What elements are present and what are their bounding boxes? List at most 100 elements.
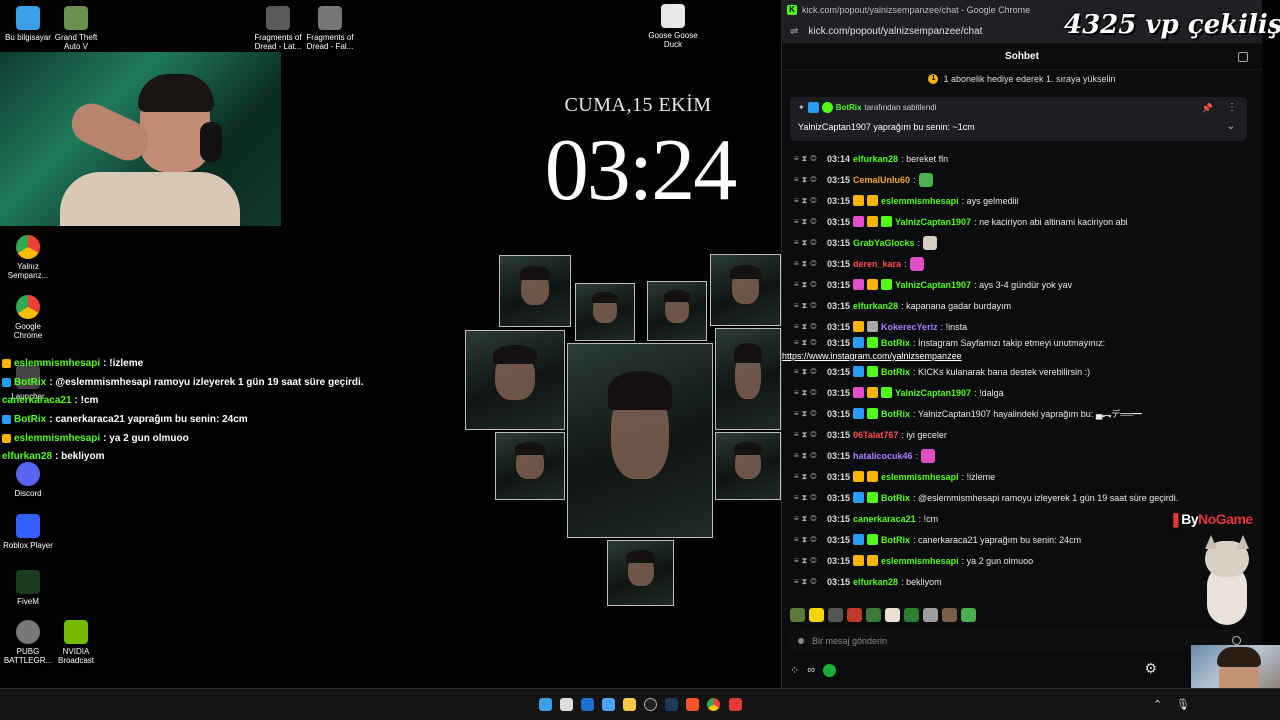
message-tools-icon[interactable]: ≡⧗◎ (794, 577, 824, 587)
emote-icon[interactable] (904, 608, 919, 622)
desktop-icon-gta[interactable]: Grand Theft Auto V (48, 6, 104, 51)
task-view-icon[interactable] (560, 698, 573, 711)
chat-message[interactable]: ≡⧗◎ 03:15 eslemmismhesapi: !izleme (794, 466, 1244, 487)
chat-message[interactable]: ≡⧗◎ 03:15 BotRix: canerkaraca21 yaprağım b… (794, 529, 1244, 550)
gear-icon[interactable]: ⚙ (1144, 660, 1157, 677)
message-username[interactable]: YalnizCaptan1907 (895, 388, 971, 398)
message-tools-icon[interactable]: ≡⧗◎ (794, 259, 824, 269)
message-username[interactable]: KokerecYeriz (881, 322, 938, 332)
chat-message[interactable]: ≡⧗◎ 03:15 hatalicocuk46: (794, 445, 1244, 466)
message-username[interactable]: elfurkan28 (853, 301, 898, 311)
message-username[interactable]: eslemmismhesapi (881, 556, 959, 566)
emote-icon[interactable] (790, 608, 805, 622)
desktop-icon-discord[interactable]: Discord (0, 462, 56, 498)
message-username[interactable]: BotRix (881, 535, 910, 545)
obs-icon[interactable] (644, 698, 657, 711)
message-tools-icon[interactable]: ≡⧗◎ (794, 154, 824, 164)
message-tools-icon[interactable]: ≡⧗◎ (794, 493, 824, 503)
desktop-icon-fivem[interactable]: FiveM (0, 570, 56, 606)
message-tools-icon[interactable]: ≡⧗◎ (794, 338, 824, 348)
infinity-icon[interactable]: ∞ (807, 664, 815, 676)
file-explorer-icon[interactable] (623, 698, 636, 711)
message-tools-icon[interactable]: ≡⧗◎ (794, 175, 824, 185)
emote-icon[interactable] (866, 608, 881, 622)
message-tools-icon[interactable]: ≡⧗◎ (794, 367, 824, 377)
chat-message[interactable]: ≡⧗◎ 03:15 YalnizCaptan1907: ne kaciriyon a… (794, 211, 1244, 232)
message-username[interactable]: BotRix (881, 493, 910, 503)
user-settings-icon[interactable] (1238, 52, 1248, 62)
message-tools-icon[interactable]: ≡⧗◎ (794, 388, 824, 398)
desktop-icon-google-chrome[interactable]: Google Chrome (0, 295, 56, 340)
chat-message[interactable]: ≡⧗◎ 03:15 06Talat767: iyi geceler (794, 424, 1244, 445)
message-tools-icon[interactable]: ≡⧗◎ (794, 196, 824, 206)
chat-message[interactable]: ≡⧗◎ 03:15 CemalUnlu60: (794, 169, 1244, 190)
chat-message[interactable]: ≡⧗◎ 03:15 GrabYaGlocks: (794, 232, 1244, 253)
emote-icon[interactable] (847, 608, 862, 622)
emote-icon[interactable] (961, 608, 976, 622)
message-username[interactable]: CemalUnlu60 (853, 175, 910, 185)
start-icon[interactable] (539, 698, 552, 711)
message-username[interactable]: deren_kara (853, 259, 901, 269)
chrome-icon[interactable] (707, 698, 720, 711)
emote-icon[interactable] (809, 608, 824, 622)
emoji-icon[interactable] (1232, 636, 1241, 645)
desktop-icon-roblox[interactable]: Roblox Player (0, 514, 56, 550)
message-tools-icon[interactable]: ≡⧗◎ (794, 535, 824, 545)
message-username[interactable]: 06Talat767 (853, 430, 898, 440)
message-tools-icon[interactable]: ≡⧗◎ (794, 322, 824, 332)
message-input[interactable]: Bir mesaj gönderin (790, 630, 1247, 652)
message-username[interactable]: BotRix (881, 409, 910, 419)
brave-icon[interactable] (686, 698, 699, 711)
chat-message[interactable]: ≡⧗◎ 03:15 YalnizCaptan1907: !dalga (794, 382, 1244, 403)
snipping-icon[interactable] (581, 698, 594, 711)
emote-icon[interactable] (923, 608, 938, 622)
message-tools-icon[interactable]: ≡⧗◎ (794, 451, 824, 461)
chat-message[interactable]: ≡⧗◎ 03:15 KokerecYeriz: !insta (794, 316, 1244, 337)
pinned-message[interactable]: ✦ BotRix tarafından sabitlendi YalnizCap… (790, 97, 1247, 141)
message-link[interactable]: https://www.instagram.com/yalnizsempanze… (782, 351, 1232, 361)
message-tools-icon[interactable]: ≡⧗◎ (794, 472, 824, 482)
chat-message[interactable]: ≡⧗◎ 03:15 elfurkan28: bekliyom (794, 571, 1244, 592)
message-username[interactable]: elfurkan28 (853, 577, 898, 587)
message-tools-icon[interactable]: ≡⧗◎ (794, 430, 824, 440)
desktop-icon-goose-goose-duck[interactable]: Goose Goose Duck (645, 4, 701, 49)
message-username[interactable]: GrabYaGlocks (853, 238, 915, 248)
message-tools-icon[interactable]: ≡⧗◎ (794, 301, 824, 311)
emote-icon[interactable] (885, 608, 900, 622)
share-icon[interactable]: ⁘ (790, 664, 799, 677)
chat-message[interactable]: ≡⧗◎ 03:15 BotRix: @eslemmismhesapi ramoyu … (794, 487, 1244, 508)
chat-message[interactable]: ≡⧗◎ 03:15 deren_kara: (794, 253, 1244, 274)
unpin-icon[interactable]: 📌 (1202, 103, 1213, 114)
message-username[interactable]: YalnizCaptan1907 (895, 280, 971, 290)
chat-message[interactable]: ≡⧗◎ 03:14 elfurkan28: bereket fln (794, 148, 1244, 169)
microphone-icon[interactable]: 🎙 (1176, 698, 1190, 711)
message-tools-icon[interactable]: ≡⧗◎ (794, 217, 824, 227)
message-tools-icon[interactable]: ≡⧗◎ (794, 238, 824, 248)
kick-k-icon[interactable] (823, 663, 837, 677)
message-username[interactable]: YalnizCaptan1907 (895, 217, 971, 227)
desktop-icon-nvidia-broadcast[interactable]: NVIDIA Broadcast (48, 620, 104, 665)
chat-message[interactable]: ≡⧗◎ 03:15 BotRix: KICKs kulanarak bana des… (794, 361, 1244, 382)
message-username[interactable]: hatalicocuk46 (853, 451, 913, 461)
chat-message[interactable]: ≡⧗◎ 03:15 BotRix: İnstagram Sayfamızı taki… (782, 337, 1244, 361)
emote-icon[interactable] (942, 608, 957, 622)
chat-message[interactable]: ≡⧗◎ 03:15 eslemmismhesapi: ays gelmediii (794, 190, 1244, 211)
desktop-icon-yalniz-sempanze[interactable]: Yalnız Sempanz... (0, 235, 56, 280)
gift-banner[interactable]: 1 1 abonelik hediye ederek 1. sıraya yük… (782, 70, 1262, 88)
emote-icon[interactable] (828, 608, 843, 622)
chat-message[interactable]: ≡⧗◎ 03:15 YalnizCaptan1907: ays 3-4 gündür… (794, 274, 1244, 295)
message-username[interactable]: elfurkan28 (853, 154, 898, 164)
steam-icon[interactable] (665, 698, 678, 711)
message-username[interactable]: canerkaraca21 (853, 514, 916, 524)
message-tools-icon[interactable]: ≡⧗◎ (794, 280, 824, 290)
app-icon[interactable] (729, 698, 742, 711)
desktop-icon-fragments-fal[interactable]: Fragments of Dread - Fal... (302, 6, 358, 51)
message-tools-icon[interactable]: ≡⧗◎ (794, 514, 824, 524)
chat-message[interactable]: ≡⧗◎ 03:15 elfurkan28: kapanana gadar burda… (794, 295, 1244, 316)
site-info-icon[interactable]: ⇌ (790, 26, 798, 37)
chevron-up-icon[interactable]: ⌃ (1153, 698, 1162, 711)
more-options-icon[interactable]: ⋮ (1227, 102, 1237, 113)
message-tools-icon[interactable]: ≡⧗◎ (794, 409, 824, 419)
chat-message[interactable]: ≡⧗◎ 03:15 eslemmismhesapi: ya 2 gun olmuoo (794, 550, 1244, 571)
photos-icon[interactable] (602, 698, 615, 711)
